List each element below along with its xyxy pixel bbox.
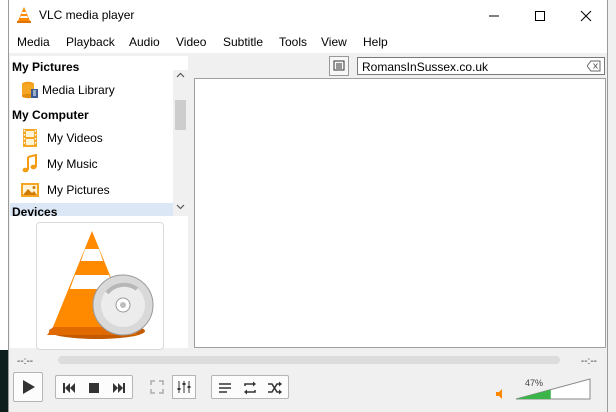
fullscreen-button[interactable] [145, 375, 169, 399]
play-button[interactable] [13, 372, 43, 402]
sidebar-scrollbar[interactable] [173, 70, 188, 216]
loop-icon [244, 381, 256, 395]
stop-button[interactable] [82, 376, 106, 400]
window-title: VLC media player [39, 8, 135, 22]
album-art [36, 222, 164, 350]
menu-tools[interactable]: Tools [279, 35, 307, 49]
maximize-icon [535, 10, 545, 21]
sidebar-heading-devices: Devices [12, 205, 58, 216]
toggle-playlist-button[interactable] [213, 376, 237, 400]
search-value: RomansInSussex.co.uk [362, 60, 489, 74]
playlist-area[interactable] [194, 78, 606, 348]
transport-group [55, 375, 133, 399]
film-icon [23, 129, 37, 147]
sidebar-item-devices[interactable]: Devices [10, 203, 173, 216]
playlist-group [211, 375, 289, 399]
menu-playback[interactable]: Playback [66, 35, 115, 49]
menu-view[interactable]: View [321, 35, 347, 49]
shuffle-icon [268, 381, 282, 395]
equalizer-icon [177, 381, 191, 393]
previous-icon [63, 383, 75, 393]
sidebar-list: My Pictures Media Library My Computer My… [10, 56, 173, 216]
next-button[interactable] [107, 376, 131, 400]
picture-icon [21, 183, 39, 197]
menu-media[interactable]: Media [17, 35, 50, 49]
play-icon [23, 380, 35, 394]
menu-subtitle[interactable]: Subtitle [223, 35, 263, 49]
volume-slider[interactable] [515, 378, 591, 400]
playlist-view-button[interactable] [329, 56, 349, 76]
media-library-icon [22, 81, 38, 99]
sidebar-scrollbar-thumb[interactable] [175, 100, 186, 130]
music-note-icon [22, 154, 37, 173]
sidebar-heading-my-pictures: My Pictures [12, 60, 80, 74]
next-icon [113, 383, 125, 393]
menu-audio[interactable]: Audio [129, 35, 160, 49]
scroll-down-icon[interactable] [176, 204, 185, 210]
vlc-window: VLC media player Media Playback Audio Vi… [8, 0, 608, 412]
shuffle-button[interactable] [263, 376, 287, 400]
background-right-edge [608, 0, 616, 412]
close-button[interactable] [563, 0, 609, 31]
sidebar-heading-my-computer: My Computer [12, 108, 89, 122]
title-bar: VLC media player [9, 0, 607, 31]
scroll-up-icon[interactable] [176, 72, 185, 78]
clear-search-icon[interactable] [587, 60, 601, 72]
fullscreen-icon [150, 380, 164, 394]
playlist-icon [219, 383, 231, 393]
remaining-time: --:-- [580, 356, 597, 367]
stop-icon [89, 383, 99, 393]
sidebar-item-label: Media Library [42, 83, 115, 97]
sidebar: My Pictures Media Library My Computer My… [10, 56, 188, 350]
loop-button[interactable] [238, 376, 262, 400]
previous-button[interactable] [57, 376, 81, 400]
extended-settings-button[interactable] [172, 375, 196, 399]
sidebar-item-media-library[interactable]: Media Library [18, 78, 173, 102]
close-icon [580, 10, 592, 21]
sidebar-item-label: My Pictures [47, 183, 110, 197]
seek-slider[interactable] [58, 356, 560, 364]
minimize-button[interactable] [471, 0, 517, 31]
vlc-cone-icon [17, 7, 31, 23]
menu-video[interactable]: Video [176, 35, 206, 49]
sidebar-item-label: My Music [47, 157, 98, 171]
playlist-view-icon [333, 60, 345, 71]
sidebar-item-my-videos[interactable]: My Videos [18, 126, 173, 150]
speaker-icon[interactable] [495, 388, 507, 400]
menu-help[interactable]: Help [363, 35, 388, 49]
menu-bar: Media Playback Audio Video Subtitle Tool… [9, 31, 607, 53]
minimize-icon [489, 15, 499, 16]
elapsed-time: --:-- [17, 356, 34, 367]
sidebar-item-label: My Videos [47, 131, 103, 145]
playlist-search-input[interactable]: RomansInSussex.co.uk [357, 57, 605, 75]
sidebar-item-my-music[interactable]: My Music [18, 152, 173, 176]
sidebar-item-my-pictures[interactable]: My Pictures [18, 178, 173, 202]
maximize-button[interactable] [517, 0, 563, 31]
vlc-cone-artwork-icon [47, 231, 154, 339]
